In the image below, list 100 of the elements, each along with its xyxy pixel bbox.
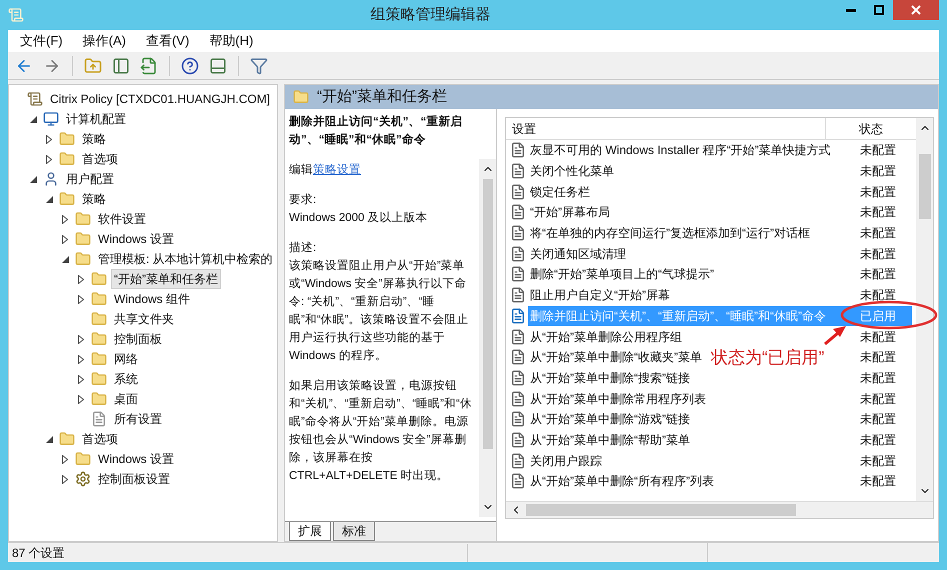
setting-name[interactable]: 从“开始”菜单中删除“收藏夹”菜单	[528, 346, 702, 368]
policy-icon	[510, 432, 526, 448]
column-header[interactable]: 设置	[506, 118, 826, 139]
setting-name[interactable]: 从“开始”菜单中删除常用程序列表	[528, 388, 706, 409]
setting-name[interactable]: 关闭用户跟踪	[528, 450, 602, 471]
tree-item[interactable]: Windows 组件	[111, 289, 194, 309]
collapsed-triangle-icon[interactable]	[78, 374, 84, 384]
policy-icon	[510, 370, 526, 386]
collapsed-triangle-icon[interactable]	[78, 394, 84, 404]
window-title: 组策略管理编辑器	[370, 4, 492, 25]
tree-item[interactable]: Citrix Policy [CTXDC01.HUANGJH.COM]	[47, 89, 274, 109]
tree-item[interactable]: 管理模板: 从本地计算机中检索的	[95, 249, 276, 269]
menu-item[interactable]: 文件(F)	[12, 31, 71, 51]
setting-name[interactable]: 删除“开始”菜单项目上的“气球提示”	[528, 264, 714, 285]
policy-icon	[510, 246, 526, 262]
tree-item[interactable]: Windows 设置	[95, 229, 178, 249]
scroll-thumb[interactable]	[482, 179, 492, 449]
tree-item[interactable]: 策略	[79, 129, 109, 149]
tree-item[interactable]: 控制面板设置	[95, 469, 173, 489]
folder-icon	[91, 351, 107, 367]
collapsed-triangle-icon[interactable]	[78, 354, 84, 364]
setting-name[interactable]: 从“开始”菜单中删除“搜索”链接	[528, 368, 690, 388]
policy-icon	[510, 204, 526, 220]
setting-state: 未配置	[860, 328, 897, 346]
tree-item[interactable]: 首选项	[79, 149, 121, 169]
collapsed-triangle-icon[interactable]	[46, 154, 52, 164]
policy-icon	[510, 142, 526, 158]
policy-icon	[510, 390, 526, 407]
folder-icon	[75, 251, 91, 267]
menu-item[interactable]: 帮助(H)	[201, 31, 262, 51]
scroll-thumb[interactable]	[918, 154, 930, 219]
tree-item[interactable]: “开始”菜单和任务栏	[111, 269, 221, 289]
tree-item[interactable]: 控制面板	[111, 329, 165, 349]
setting-state: 未配置	[860, 473, 897, 490]
menu-item[interactable]: 操作(A)	[74, 31, 134, 51]
close-button[interactable]	[893, 0, 939, 20]
policy-icon	[510, 287, 526, 304]
setting-name[interactable]: 从“开始”菜单中删除“所有程序”列表	[528, 471, 714, 492]
setting-name[interactable]: 关闭通知区域清理	[528, 243, 626, 264]
setting-state: 未配置	[860, 225, 897, 242]
setting-name[interactable]: 从“开始”菜单删除公用程序组	[528, 326, 682, 347]
folder-icon	[59, 431, 75, 447]
menu-item[interactable]: 查看(V)	[138, 31, 198, 51]
setting-state: 未配置	[860, 287, 897, 304]
folder-icon	[59, 191, 75, 207]
collapsed-triangle-icon[interactable]	[62, 214, 68, 224]
collapsed-triangle-icon[interactable]	[78, 334, 84, 344]
description-paragraph: 如果启用该策略设置，电源按钮和“关机”、“重新启动”、“睡眠”和“休眠”命令将从“开始”菜单删除。电源按钮也会从“Windows 安全”屏幕删除，该屏幕在按 CTRL+ALT+DELETE 时出现。	[289, 378, 473, 484]
setting-name[interactable]: 从“开始”菜单中删除“帮助”菜单	[528, 430, 690, 450]
setting-name[interactable]: “开始”屏幕布局	[528, 202, 610, 223]
policy-icon	[510, 328, 526, 345]
view-tab[interactable]: 扩展	[289, 522, 331, 541]
collapsed-triangle-icon[interactable]	[78, 294, 84, 304]
app-icon	[8, 7, 24, 23]
policy-icon	[510, 411, 526, 428]
expanded-triangle-icon[interactable]	[46, 196, 52, 202]
collapsed-triangle-icon[interactable]	[78, 274, 84, 284]
help-icon[interactable]	[181, 56, 199, 74]
policy-settings-link[interactable]: 策略设置	[313, 161, 361, 179]
export-icon[interactable]	[140, 56, 158, 74]
collapsed-triangle-icon[interactable]	[62, 474, 68, 484]
collapsed-triangle-icon[interactable]	[46, 134, 52, 144]
view-tab[interactable]: 标准	[333, 522, 375, 541]
policy-icon	[510, 308, 526, 324]
collapsed-triangle-icon[interactable]	[62, 454, 68, 464]
expanded-triangle-icon[interactable]	[30, 116, 36, 122]
column-header[interactable]: 状态	[826, 118, 916, 139]
expanded-triangle-icon[interactable]	[62, 256, 68, 262]
setting-state: 未配置	[860, 246, 897, 263]
tree-item[interactable]: 用户配置	[63, 169, 117, 189]
setting-name[interactable]: 将“在单独的内存空间运行”复选框添加到“运行”对话框	[528, 222, 810, 244]
requirements-label: 要求:	[289, 192, 318, 208]
setting-name[interactable]: 锁定任务栏	[528, 181, 590, 202]
tree-item[interactable]: 共享文件夹	[111, 309, 177, 329]
tree-item[interactable]: 首选项	[79, 429, 121, 449]
tree-item[interactable]: 桌面	[111, 389, 141, 409]
tree-item[interactable]: Windows 设置	[95, 449, 178, 469]
tree-item[interactable]: 网络	[111, 349, 141, 369]
expanded-triangle-icon[interactable]	[30, 176, 36, 182]
setting-name[interactable]: 从“开始”菜单中删除“游戏”链接	[528, 408, 690, 430]
setting-state: 未配置	[860, 163, 897, 180]
setting-state: 未配置	[860, 349, 897, 366]
panel-icon[interactable]	[209, 56, 227, 74]
tree-item[interactable]: 计算机配置	[63, 109, 129, 129]
expanded-triangle-icon[interactable]	[46, 436, 52, 442]
folder-icon	[75, 451, 91, 467]
tree-item[interactable]: 系统	[111, 369, 141, 389]
folder-icon	[75, 231, 91, 247]
panel-icon[interactable]	[112, 56, 130, 74]
scroll-thumb[interactable]	[526, 504, 796, 516]
pane-title: “开始”菜单和任务栏	[317, 86, 447, 107]
setting-name[interactable]: 阻止用户自定义“开始”屏幕	[528, 284, 670, 306]
collapsed-triangle-icon[interactable]	[62, 234, 68, 244]
filter-icon[interactable]	[250, 56, 268, 74]
setting-name[interactable]: 灰显不可用的 Windows Installer 程序“开始”菜单快捷方式	[528, 140, 831, 161]
tree-item[interactable]: 所有设置	[111, 409, 165, 429]
setting-name[interactable]: 关闭个性化菜单	[528, 160, 614, 182]
tree-item[interactable]: 策略	[79, 189, 109, 209]
tree-item[interactable]: 软件设置	[95, 209, 149, 229]
policy-icon	[510, 163, 526, 180]
